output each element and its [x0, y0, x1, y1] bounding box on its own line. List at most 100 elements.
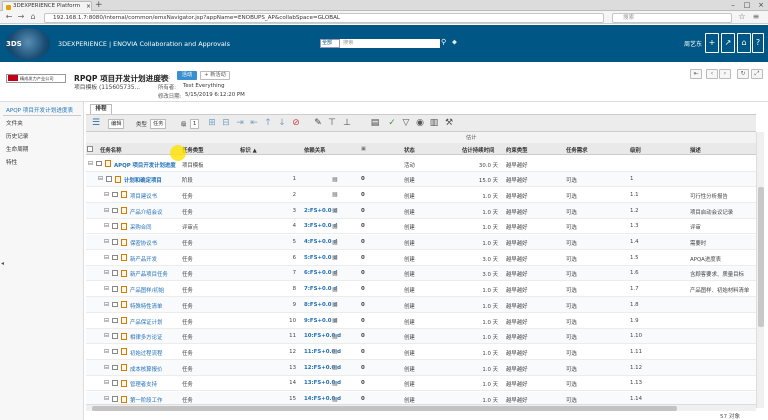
task-name-link[interactable]: 保密协议书	[130, 239, 180, 247]
menu-icon[interactable]: ≡	[751, 12, 761, 22]
task-name-link[interactable]: 初始过程流程	[130, 349, 180, 357]
task-name-link[interactable]: 新产品项目任务	[130, 270, 180, 278]
global-search-input[interactable]: 搜索	[340, 39, 440, 48]
task-name-link[interactable]: 产品介绍会议	[130, 208, 180, 216]
col-level[interactable]: 级别	[630, 146, 641, 154]
indent-icon[interactable]: ⇥	[234, 118, 246, 129]
vertical-scrollbar[interactable]	[756, 132, 764, 408]
type-select[interactable]: 任务	[150, 119, 167, 129]
row-checkbox[interactable]	[112, 348, 118, 355]
select-all-checkbox[interactable]	[87, 146, 93, 152]
move-down-icon[interactable]: ↓	[276, 118, 288, 129]
col-constraint[interactable]: 约束类型	[506, 146, 528, 154]
table-row[interactable]: ⊟ 项目建议书 任务 2 0 创建 1.0 天 越早越好 可选 1.1 可行性分析报告 ▦	[86, 187, 756, 203]
expand-toggle-icon[interactable]: ⊟	[104, 238, 109, 245]
expand-toggle-icon[interactable]: ⊟	[104, 364, 109, 371]
expand-toggle-icon[interactable]: ⊟	[104, 348, 109, 355]
move-up-icon[interactable]: ↑	[262, 118, 274, 129]
owner-value[interactable]: Test Everything	[183, 83, 225, 89]
bookmarks-icon[interactable]: ☆	[737, 12, 747, 22]
expand-toggle-icon[interactable]: ⊟	[104, 285, 109, 292]
task-name-link[interactable]: 相律多方论证	[130, 333, 180, 341]
promote-button[interactable]: + 新活动	[200, 71, 230, 80]
expand-toggle-icon[interactable]: ⊟	[104, 191, 109, 198]
calendar-icon[interactable]: ▦	[332, 254, 338, 261]
table-row[interactable]: ⊟ 新产品开发 任务 6 5:FS+0.0 d 0 创建 3.0 天越早越好 可选 1.5 APQA…	[86, 250, 756, 266]
task-name-link[interactable]: 产品图样/初始	[130, 286, 180, 294]
home-app-icon[interactable]: ⌂	[737, 33, 751, 53]
nav-item-schedule[interactable]: APQP 项目开发计划进度表	[6, 106, 73, 114]
col-notes-icon[interactable]: ▣	[361, 146, 366, 152]
row-checkbox[interactable]	[112, 270, 118, 276]
task-name-link[interactable]: 第一阶段工作	[130, 396, 180, 404]
collapse-nav-icon[interactable]: ◂	[1, 260, 4, 267]
task-name-link[interactable]: 管理者支持	[130, 380, 180, 388]
calendar-icon[interactable]: ▦	[332, 239, 338, 246]
approve-icon[interactable]: ✓	[386, 118, 398, 129]
calendar-icon[interactable]: ▦	[332, 396, 338, 403]
tab-schedule[interactable]: 排程	[90, 104, 112, 114]
expand-toggle-icon[interactable]: ⊟	[98, 175, 103, 182]
search-icon[interactable]: ⚲	[441, 38, 446, 46]
nav-item-lifecycle[interactable]: 生命周期	[6, 145, 28, 153]
close-window-icon[interactable]: ×	[754, 1, 768, 10]
calendar-icon[interactable]: ▦	[332, 348, 338, 355]
col-state[interactable]: 状态	[404, 146, 415, 154]
row-checkbox[interactable]	[112, 364, 118, 371]
row-checkbox[interactable]	[112, 396, 118, 402]
expand-toggle-icon[interactable]: ⊟	[104, 301, 109, 308]
expand-toggle-icon[interactable]: ⊟	[104, 395, 109, 402]
home-icon[interactable]: ⌂	[28, 12, 38, 22]
close-tab-icon[interactable]: ×	[86, 2, 91, 11]
table-row[interactable]: ⊟ 初始过程流程 任务 12 11:FS+0.0 d 0 创建 1.0 天越早越好 可选 1.11…	[86, 344, 756, 360]
filter-icon[interactable]: ▽	[400, 118, 412, 129]
row-checkbox[interactable]	[112, 239, 118, 245]
horizontal-scrollbar[interactable]	[86, 404, 756, 411]
table-row[interactable]: ⊟ APQP 项目开发计划进度 项目模板 活动 30.0 天 越早越好	[86, 156, 756, 172]
task-name-link[interactable]: 计划和确定项目	[124, 176, 180, 184]
table-row[interactable]: ⊟ 新产品项目任务 任务 7 6:FS+0.0 d 0 创建 3.0 天越早越好 可选 1.6 含顾…	[86, 265, 756, 282]
nav-item-folders[interactable]: 文件夹	[6, 119, 23, 127]
table-row[interactable]: ⊟ 产品图样/初始 任务 8 7:FS+0.0 d 0 创建 1.0 天越早越好 可选 1.7 产品…	[86, 282, 756, 298]
refresh-icon[interactable]: ↻	[737, 69, 749, 79]
state-badge[interactable]: 活动	[177, 71, 197, 80]
edit-icon[interactable]: ✎	[312, 118, 324, 129]
calendar-icon[interactable]: ▦	[332, 364, 338, 371]
expand-toggle-icon[interactable]: ⊟	[88, 160, 93, 167]
delete-icon[interactable]: ⊘	[290, 118, 302, 129]
mode-select[interactable]: 编辑	[108, 119, 125, 129]
task-name-link[interactable]: 采购合同	[130, 223, 180, 231]
row-checkbox[interactable]	[112, 223, 118, 229]
task-name-link[interactable]: APQP 项目开发计划进度	[114, 161, 180, 169]
task-name-link[interactable]: 新产品开发	[130, 255, 180, 263]
expand-toggle-icon[interactable]: ⊟	[104, 379, 109, 386]
table-row[interactable]: ⊟ 特殊特性清单 任务 9 8:FS+0.0 d 0 创建 1.0 天越早越好 可选 1.8 ▦	[86, 297, 756, 313]
row-checkbox[interactable]	[112, 380, 118, 386]
table-row[interactable]: ⊟ 计划和确定项目 阶段 1 0 创建 15.0 天 越早越好 可选 1 ▦	[86, 171, 756, 188]
calendar-icon[interactable]: ▦	[332, 270, 338, 277]
task-name-link[interactable]: 成本核算报价	[130, 365, 180, 373]
previous-icon[interactable]: ‹	[706, 69, 718, 79]
help-icon[interactable]: ?	[752, 33, 764, 53]
insert-above-icon[interactable]: ⊞	[206, 118, 218, 129]
view-options-icon[interactable]: ▤	[368, 118, 382, 129]
expand-toggle-icon[interactable]: ⊟	[104, 254, 109, 261]
expand-toggle-icon[interactable]: ⊟	[104, 269, 109, 276]
outdent-icon[interactable]: ⇤	[248, 118, 260, 129]
calendar-icon[interactable]: ▦	[332, 301, 338, 308]
browser-search-input[interactable]: 搜索	[612, 12, 732, 23]
new-tab-icon[interactable]: +	[95, 0, 103, 10]
row-checkbox[interactable]	[112, 301, 118, 308]
hierarchy-actions-icon[interactable]: ⊥	[340, 118, 354, 129]
expand-icon[interactable]: ⇤	[690, 69, 702, 79]
table-row[interactable]: ⊟ 采购合同 评审点 4 3:FS+0.0 d 0 创建 1.0 天越早越好 可选 1.3 评审 ▦	[86, 219, 756, 235]
row-checkbox[interactable]	[96, 160, 102, 166]
task-name-link[interactable]: 项目建议书	[130, 192, 180, 200]
col-description[interactable]: 描述	[690, 146, 701, 154]
insert-below-icon[interactable]: ⊟	[220, 118, 232, 129]
vertical-scroll-thumb[interactable]	[758, 187, 764, 327]
columns-icon[interactable]: ▥	[428, 118, 440, 129]
task-name-link[interactable]: 产品保证计划	[130, 318, 180, 326]
calendar-icon[interactable]: ▦	[332, 380, 338, 387]
calendar-icon[interactable]: ▦	[332, 333, 338, 340]
